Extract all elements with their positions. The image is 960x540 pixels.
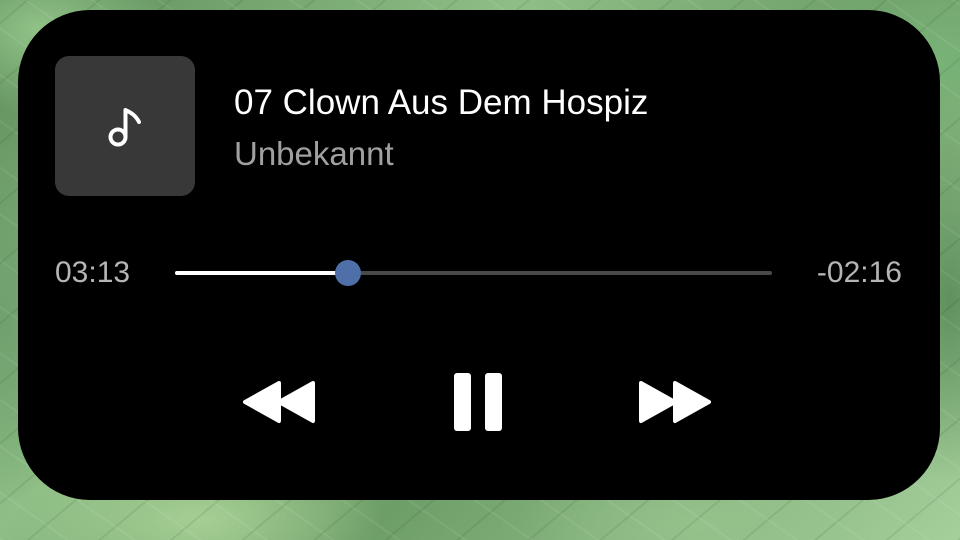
time-elapsed: 03:13 [55, 256, 131, 289]
time-remaining: -02:16 [816, 256, 902, 289]
fast-forward-icon [639, 381, 711, 423]
media-player-widget: 07 Clown Aus Dem Hospiz Unbekannt 03:13 … [18, 10, 940, 500]
pause-icon [454, 373, 502, 431]
next-button[interactable] [634, 370, 714, 434]
seekbar[interactable] [175, 260, 772, 286]
track-title: 07 Clown Aus Dem Hospiz [234, 83, 649, 122]
track-artist: Unbekannt [234, 135, 394, 172]
rewind-icon [243, 381, 315, 423]
seekbar-progress [175, 271, 349, 275]
previous-button[interactable] [240, 370, 320, 434]
seekbar-thumb[interactable] [335, 260, 362, 286]
pause-button[interactable] [443, 370, 513, 434]
music-note-icon [108, 108, 141, 147]
album-art[interactable] [55, 56, 195, 196]
